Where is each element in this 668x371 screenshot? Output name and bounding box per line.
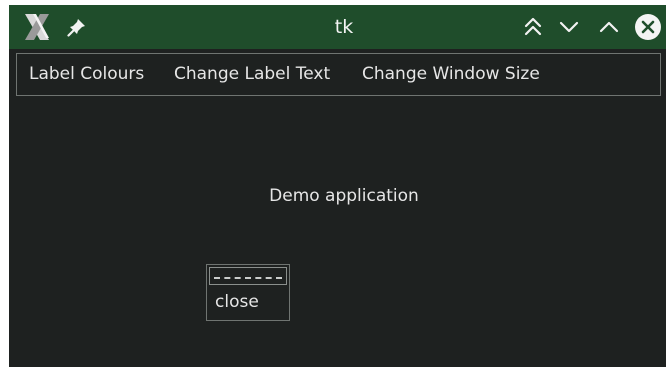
title-bar[interactable]: tk — [9, 5, 666, 49]
tearoff-handle[interactable] — [209, 267, 287, 285]
chevrons-up-icon[interactable] — [521, 15, 545, 39]
app-window: tk Label Colours Change Label Text Chang… — [9, 5, 666, 367]
menu-label-colours[interactable]: Label Colours — [29, 64, 144, 84]
window-title: tk — [334, 16, 354, 38]
demo-label: Demo application — [269, 186, 419, 206]
close-circle-icon[interactable] — [634, 13, 662, 41]
menu-item-close[interactable]: close — [207, 287, 289, 319]
menu-bar: Label Colours Change Label Text Change W… — [16, 53, 661, 96]
popup-menu: close — [206, 264, 290, 321]
tearoff-dashes — [214, 277, 282, 279]
menu-change-window-size[interactable]: Change Window Size — [362, 64, 540, 84]
pin-icon[interactable] — [67, 17, 87, 37]
menu-change-label-text[interactable]: Change Label Text — [174, 64, 330, 84]
chevron-up-icon[interactable] — [597, 15, 621, 39]
menu-item-close-label: close — [215, 292, 259, 312]
chevron-down-icon[interactable] — [557, 15, 581, 39]
x-window-icon[interactable] — [22, 12, 52, 42]
